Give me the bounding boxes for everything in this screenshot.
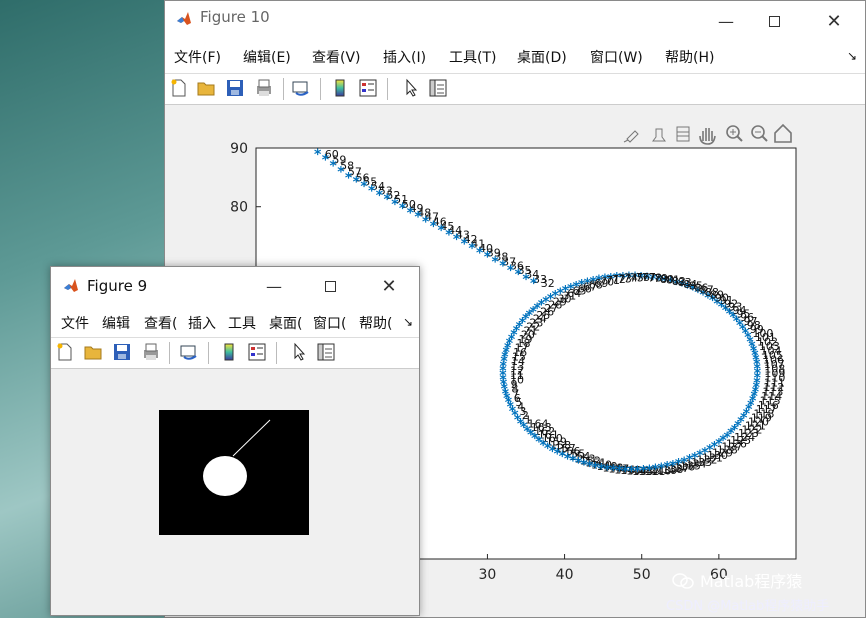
menu-overflow-icon[interactable]: ↘	[847, 49, 857, 63]
colorbar-icon[interactable]	[219, 342, 239, 362]
menu-file[interactable]: 文件(F)	[174, 47, 221, 67]
menu-bar: 文件(F) 编辑(E) 查看(V) 插入(I) 工具(T) 桌面(D) 窗口(W…	[165, 41, 865, 73]
x-tick-label: 30	[479, 567, 497, 583]
toolbar-separator	[283, 78, 284, 100]
figure-9-window: Figure 9 — ✕ 文件 编辑 查看( 插入 工具 桌面( 窗口( 帮助(…	[50, 266, 420, 616]
circle-blob	[203, 456, 247, 496]
data-point: *	[557, 286, 565, 302]
open-folder-icon[interactable]	[83, 342, 103, 362]
x-tick-label: 50	[633, 567, 651, 583]
menu-bar: 文件 编辑 查看( 插入 工具 桌面( 窗口( 帮助( ↘	[51, 305, 419, 337]
close-button[interactable]: ✕	[811, 1, 857, 41]
matlab-logo-icon	[64, 279, 78, 292]
point-label: 64	[567, 287, 581, 300]
link-plot-icon[interactable]	[179, 342, 199, 362]
property-editor-icon[interactable]	[428, 78, 448, 98]
close-button[interactable]: ✕	[366, 267, 412, 305]
save-icon[interactable]	[112, 342, 132, 362]
open-folder-icon[interactable]	[196, 78, 216, 98]
toolbar-separator	[387, 78, 388, 100]
menu-tools[interactable]: 工具(T)	[449, 47, 496, 67]
data-point: *	[530, 276, 538, 292]
menu-view[interactable]: 查看(V)	[312, 47, 361, 67]
arrow-pointer-icon[interactable]	[401, 78, 421, 98]
maximize-button[interactable]	[751, 1, 797, 41]
minimize-button[interactable]: —	[251, 267, 297, 305]
legend-icon[interactable]	[247, 342, 267, 362]
new-file-icon[interactable]	[169, 78, 189, 98]
save-icon[interactable]	[225, 78, 245, 98]
toolbar-separator	[320, 78, 321, 100]
y-tick-label: 90	[230, 141, 248, 157]
legend-icon[interactable]	[358, 78, 378, 98]
menu-edit[interactable]: 编辑	[102, 313, 130, 333]
menu-help[interactable]: 帮助(H)	[665, 47, 714, 67]
menu-help[interactable]: 帮助(	[359, 313, 392, 333]
figure-9-titlebar[interactable]: Figure 9 — ✕	[51, 267, 419, 305]
watermark-credit: CSDN @Matlab程序猿助手	[666, 599, 830, 614]
menu-window[interactable]: 窗口(	[313, 313, 346, 333]
print-icon[interactable]	[254, 78, 274, 98]
binary-image	[159, 410, 309, 535]
property-editor-icon[interactable]	[316, 342, 336, 362]
toolbar-separator	[208, 342, 209, 364]
menu-file[interactable]: 文件	[61, 313, 89, 333]
menu-desktop[interactable]: 桌面(D)	[517, 47, 567, 67]
menu-insert[interactable]: 插入	[188, 313, 216, 333]
y-tick-label: 80	[230, 200, 248, 216]
toolbar-separator	[276, 342, 277, 364]
toolbar-separator	[169, 342, 170, 364]
wechat-icon	[672, 573, 694, 589]
x-tick-label: 40	[556, 567, 574, 583]
menu-edit[interactable]: 编辑(E)	[243, 47, 291, 67]
new-file-icon[interactable]	[55, 342, 75, 362]
link-plot-icon[interactable]	[291, 78, 311, 98]
figure-toolbar	[51, 337, 419, 369]
minimize-button[interactable]: —	[703, 1, 749, 41]
menu-view[interactable]: 查看(	[144, 313, 177, 333]
watermark-brand-text: Matlab程序猿	[700, 572, 803, 591]
menu-window[interactable]: 窗口(W)	[590, 47, 643, 67]
watermark-brand: Matlab程序猿	[672, 568, 802, 592]
menu-tools[interactable]: 工具	[228, 313, 256, 333]
menu-desktop[interactable]: 桌面(	[269, 313, 302, 333]
matlab-logo-icon	[177, 12, 191, 25]
window-title: Figure 9	[87, 277, 148, 295]
figure-toolbar	[165, 73, 865, 105]
figure-10-titlebar[interactable]: Figure 10 — ✕	[165, 1, 865, 41]
menu-overflow-icon[interactable]: ↘	[403, 315, 413, 329]
print-icon[interactable]	[141, 342, 161, 362]
colorbar-icon[interactable]	[330, 78, 350, 98]
menu-insert[interactable]: 插入(I)	[383, 47, 426, 67]
figure-canvas	[51, 370, 419, 615]
maximize-button[interactable]	[307, 267, 353, 305]
arrow-pointer-icon[interactable]	[289, 342, 309, 362]
window-title: Figure 10	[200, 8, 270, 26]
